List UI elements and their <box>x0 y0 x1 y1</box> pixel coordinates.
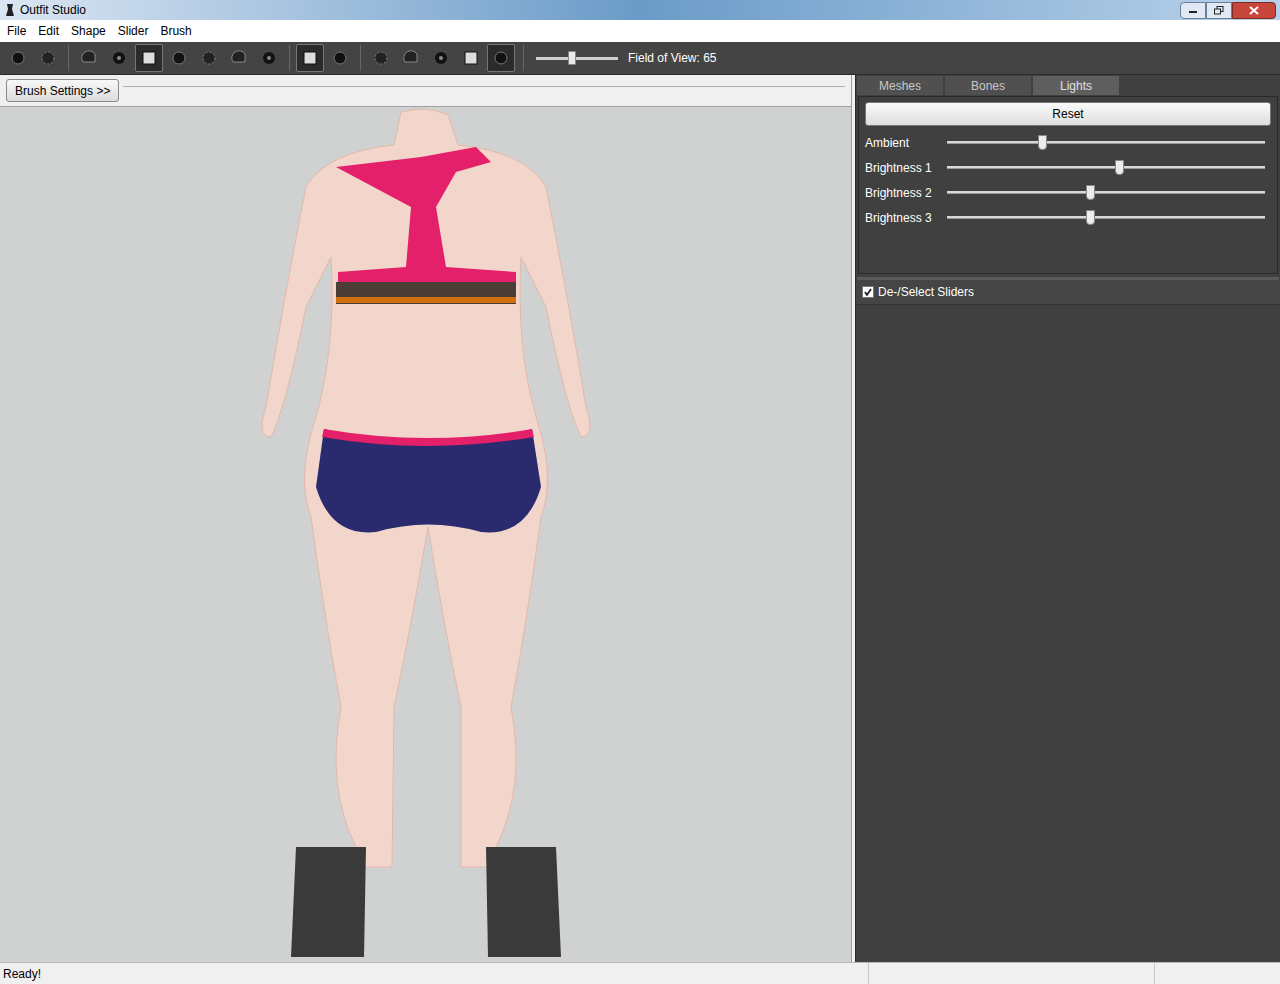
tool-icon <box>461 48 481 68</box>
tool-button[interactable] <box>165 44 193 72</box>
panel-tab[interactable]: Lights <box>1033 76 1119 95</box>
select-sliders-row[interactable]: De-/Select Sliders <box>856 280 1280 305</box>
check-icon <box>863 287 873 297</box>
tool-button[interactable] <box>255 44 283 72</box>
brush-settings-button[interactable]: Brush Settings >> <box>6 79 119 102</box>
tool-button[interactable] <box>487 44 515 72</box>
maximize-button[interactable] <box>1206 2 1232 19</box>
tool-icon <box>491 48 511 68</box>
tool-button[interactable] <box>397 44 425 72</box>
light-row: Brightness 3 <box>865 208 1271 227</box>
tool-button[interactable] <box>296 44 324 72</box>
light-slider[interactable] <box>947 133 1265 152</box>
tool-icon <box>371 48 391 68</box>
menu-bar: FileEditShapeSliderBrush <box>0 20 1280 42</box>
light-row: Brightness 2 <box>865 183 1271 202</box>
close-button[interactable] <box>1232 2 1276 19</box>
menu-item[interactable]: Brush <box>154 22 197 40</box>
window-title: Outfit Studio <box>20 1 86 19</box>
tool-icon <box>169 48 189 68</box>
tool-icon <box>229 48 249 68</box>
tool-icon <box>300 48 320 68</box>
tool-icon <box>401 48 421 68</box>
fov-slider[interactable] <box>536 48 618 68</box>
light-label: Ambient <box>865 134 947 152</box>
tool-icon <box>79 48 99 68</box>
tool-icon <box>139 48 159 68</box>
menu-item[interactable]: Edit <box>32 22 65 40</box>
tool-button[interactable] <box>367 44 395 72</box>
tool-button[interactable] <box>105 44 133 72</box>
menu-item[interactable]: Slider <box>112 22 155 40</box>
tool-button[interactable] <box>195 44 223 72</box>
tool-icon <box>199 48 219 68</box>
lights-panel: Reset Ambient Brightness 1 Brightness 2 Brig… <box>858 96 1278 274</box>
tool-icon <box>8 48 28 68</box>
tool-button[interactable] <box>326 44 354 72</box>
tool-button[interactable] <box>135 44 163 72</box>
minimize-icon <box>1188 6 1198 14</box>
tool-button[interactable] <box>75 44 103 72</box>
tool-icon <box>109 48 129 68</box>
panel-tab[interactable]: Bones <box>945 76 1031 95</box>
light-label: Brightness 1 <box>865 159 947 177</box>
tool-icon <box>259 48 279 68</box>
fov-label: Field of View: 65 <box>628 49 717 67</box>
menu-item[interactable]: Shape <box>65 22 112 40</box>
light-label: Brightness 3 <box>865 209 947 227</box>
panel-tabs: MeshesBonesLights <box>856 76 1280 95</box>
tool-button[interactable] <box>457 44 485 72</box>
tool-button[interactable] <box>4 44 32 72</box>
tool-button[interactable] <box>427 44 455 72</box>
light-slider[interactable] <box>947 158 1265 177</box>
tool-button[interactable] <box>34 44 62 72</box>
light-slider[interactable] <box>947 208 1265 227</box>
restore-icon <box>1214 6 1224 15</box>
light-row: Ambient <box>865 133 1271 152</box>
tool-icon <box>330 48 350 68</box>
app-icon <box>4 3 16 17</box>
close-icon <box>1249 6 1259 15</box>
minimize-button[interactable] <box>1180 2 1206 19</box>
title-bar: Outfit Studio <box>0 0 1280 20</box>
menu-item[interactable]: File <box>1 22 32 40</box>
status-bar: Ready! <box>0 962 1280 984</box>
light-label: Brightness 2 <box>865 184 947 202</box>
panel-tab[interactable]: Meshes <box>857 76 943 95</box>
tool-icon <box>38 48 58 68</box>
reset-button[interactable]: Reset <box>865 102 1271 126</box>
model-figure <box>196 107 656 959</box>
tool-button[interactable] <box>225 44 253 72</box>
toolbar: Field of View: 65 <box>0 42 1280 75</box>
viewport[interactable] <box>0 107 851 962</box>
light-row: Brightness 1 <box>865 158 1271 177</box>
select-sliders-checkbox[interactable] <box>862 286 874 298</box>
light-slider[interactable] <box>947 183 1265 202</box>
tool-icon <box>431 48 451 68</box>
